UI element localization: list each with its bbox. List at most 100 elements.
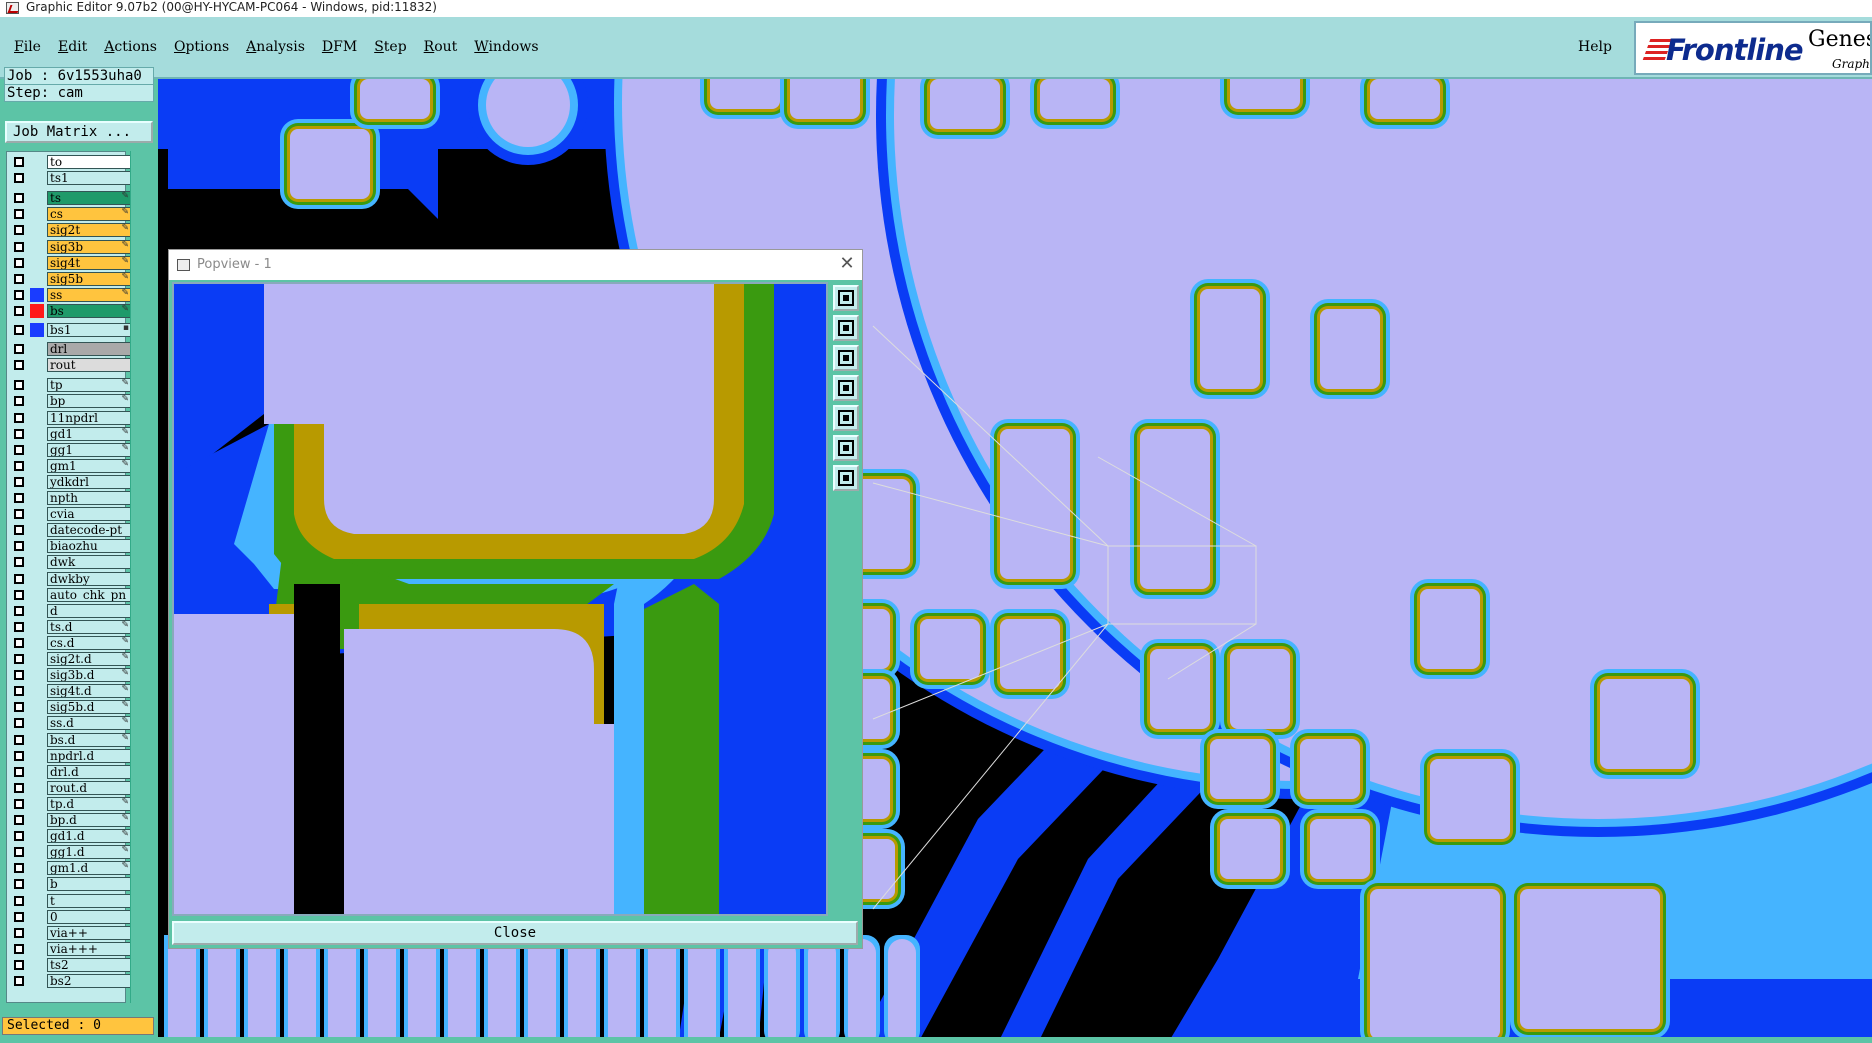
layer-checkbox[interactable] [14,445,24,455]
layer-name[interactable]: ss [47,288,133,302]
layer-row-gm1[interactable]: gm1✎ [10,459,132,473]
layer-checkbox[interactable] [14,461,24,471]
layer-checkbox[interactable] [14,225,24,235]
layer-row-biaozhu[interactable]: biaozhu [10,539,132,553]
layer-name[interactable]: sig2t [47,223,133,237]
layer-row-gm1-d[interactable]: gm1.d✎ [10,861,132,875]
layer-row-ts-d[interactable]: ts.d✎ [10,620,132,634]
popview-titlebar[interactable]: Popview - 1 ✕ [169,250,862,280]
layer-checkbox[interactable] [14,944,24,954]
menu-analysis[interactable]: Analysis [238,37,314,57]
layer-color-swatch[interactable] [30,342,44,356]
layer-checkbox[interactable] [14,209,24,219]
layer-list-scrollbar[interactable] [130,151,154,1003]
layer-color-swatch[interactable] [30,411,44,425]
layer-checkbox[interactable] [14,863,24,873]
layer-checkbox[interactable] [14,735,24,745]
layer-name[interactable]: bs2 [47,974,133,988]
layer-checkbox[interactable] [14,173,24,183]
layer-checkbox[interactable] [14,928,24,938]
layer-row-gd1-d[interactable]: gd1.d✎ [10,829,132,843]
layer-checkbox[interactable] [14,831,24,841]
layer-row-npth[interactable]: npth [10,491,132,505]
layer-color-swatch[interactable] [30,829,44,843]
layer-name[interactable]: sig3b.d [47,668,133,682]
menu-actions[interactable]: Actions [96,37,166,57]
layer-color-swatch[interactable] [30,700,44,714]
layer-color-swatch[interactable] [30,288,44,302]
layer-row-datecode-pt[interactable]: datecode-pt [10,523,132,537]
layer-color-swatch[interactable] [30,443,44,457]
layer-color-swatch[interactable] [30,652,44,666]
layer-checkbox[interactable] [14,976,24,986]
layer-color-swatch[interactable] [30,765,44,779]
layer-checkbox[interactable] [14,879,24,889]
menu-help[interactable]: Help [1578,39,1612,55]
layer-name[interactable]: b [47,877,133,891]
layer-checkbox[interactable] [14,509,24,519]
layer-checkbox[interactable] [14,654,24,664]
layer-checkbox[interactable] [14,380,24,390]
layer-checkbox[interactable] [14,847,24,857]
layer-name[interactable]: ts.d [47,620,133,634]
layer-checkbox[interactable] [14,306,24,316]
layer-color-swatch[interactable] [30,684,44,698]
menu-file[interactable]: File [6,37,50,57]
layer-color-swatch[interactable] [30,781,44,795]
menu-rout[interactable]: Rout [416,37,467,57]
layer-checkbox[interactable] [14,493,24,503]
layer-name[interactable]: sig4t [47,256,133,270]
layer-checkbox[interactable] [14,541,24,551]
layer-row-d[interactable]: d [10,604,132,618]
layer-row-sig2t-d[interactable]: sig2t.d✎ [10,652,132,666]
layer-name[interactable]: auto_chk_pn [47,588,133,602]
job-matrix-button[interactable]: Job Matrix ... [5,121,153,143]
layer-color-swatch[interactable] [30,155,44,169]
layer-row-bp-d[interactable]: bp.d✎ [10,813,132,827]
layer-row-via-[interactable]: via++ [10,926,132,940]
layer-name[interactable]: to [47,155,133,169]
layer-name[interactable]: ts1 [47,171,133,185]
layer-row-ydkdrl[interactable]: ydkdrl [10,475,132,489]
layer-name[interactable]: gd1 [47,427,133,441]
layer-color-swatch[interactable] [30,358,44,372]
pan-down-icon[interactable] [833,345,859,371]
layer-row-tp-d[interactable]: tp.d✎ [10,797,132,811]
layer-row-sig3b[interactable]: sig3b✎ [10,240,132,254]
layer-row-sig5b-d[interactable]: sig5b.d✎ [10,700,132,714]
layer-name[interactable]: dwk [47,555,133,569]
layer-color-swatch[interactable] [30,958,44,972]
layer-color-swatch[interactable] [30,523,44,537]
layer-row-sig5b[interactable]: sig5b✎ [10,272,132,286]
layer-name[interactable]: bs1 [47,323,133,337]
close-icon[interactable]: ✕ [838,255,856,273]
layer-checkbox[interactable] [14,396,24,406]
layer-row-tp[interactable]: tp✎ [10,378,132,392]
zoom-in-icon[interactable] [833,465,859,491]
layer-name[interactable]: sig2t.d [47,652,133,666]
layer-name[interactable]: t [47,894,133,908]
layer-row-drl-d[interactable]: drl.d [10,765,132,779]
layer-row-sig3b-d[interactable]: sig3b.d✎ [10,668,132,682]
layer-name[interactable]: cs.d [47,636,133,650]
layer-name[interactable]: bs [47,304,133,318]
layer-checkbox[interactable] [14,557,24,567]
layer-color-swatch[interactable] [30,910,44,924]
layer-name[interactable]: gd1.d [47,829,133,843]
zoom-out-icon[interactable] [833,435,859,461]
layer-row-gg1-d[interactable]: gg1.d✎ [10,845,132,859]
zoom-fit-icon[interactable] [833,285,859,311]
layer-checkbox[interactable] [14,702,24,712]
layer-color-swatch[interactable] [30,733,44,747]
layer-name[interactable]: drl [47,342,133,356]
layer-row-bs2[interactable]: bs2 [10,974,132,988]
layer-checkbox[interactable] [14,815,24,825]
layer-name[interactable]: rout.d [47,781,133,795]
layer-name[interactable]: tp.d [47,797,133,811]
layer-color-swatch[interactable] [30,861,44,875]
layer-row-cs-d[interactable]: cs.d✎ [10,636,132,650]
layer-row-auto-chk-pn[interactable]: auto_chk_pn [10,588,132,602]
layer-color-swatch[interactable] [30,797,44,811]
layer-name[interactable]: npth [47,491,133,505]
popview-close-button[interactable]: Close [172,921,858,945]
